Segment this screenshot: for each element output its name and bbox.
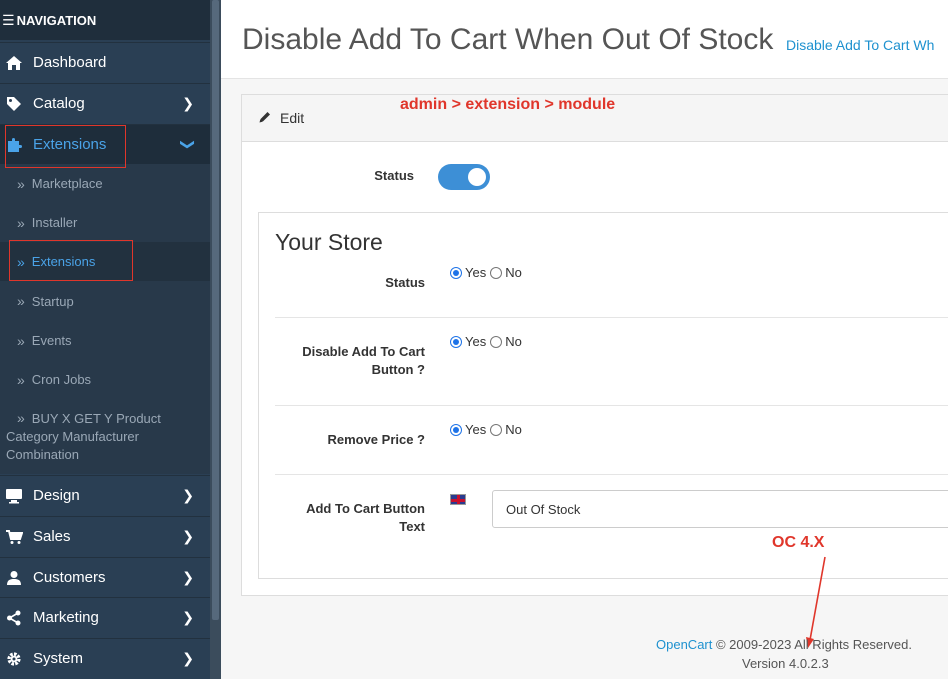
radio-no[interactable] — [490, 423, 503, 436]
sidebar-subitem-label-line3: Combination — [6, 447, 79, 462]
sidebar-subitem-marketplace[interactable]: » Marketplace — [0, 164, 210, 203]
radio-yes-label: Yes — [465, 265, 487, 280]
sidebar-scrollbar-thumb[interactable] — [212, 0, 219, 620]
remove-price-radio-group: Yes No — [450, 422, 526, 437]
store-status-label: Status — [385, 275, 425, 290]
sidebar-subitem-startup[interactable]: » Startup — [0, 281, 210, 321]
monitor-icon — [5, 488, 23, 504]
opencart-link[interactable]: OpenCart — [656, 637, 712, 652]
highlight-box — [5, 125, 126, 168]
sidebar-item-sales[interactable]: Sales ❯ — [0, 516, 210, 556]
sidebar-item-label: Dashboard — [33, 54, 107, 71]
sidebar-item-label: Design — [33, 487, 80, 504]
hamburger-icon: ☰ — [2, 11, 15, 28]
chevron-right-icon: ❯ — [182, 528, 194, 544]
disable-add-to-cart-label: Disable Add To Cart Button ? — [275, 343, 425, 379]
label-line: Button ? — [371, 362, 425, 377]
arrow-annotation — [806, 556, 826, 648]
chevron-down-icon: ❯ — [180, 138, 197, 151]
toggle-knob — [468, 168, 486, 186]
divider — [275, 405, 948, 406]
card-title: Edit — [280, 110, 305, 126]
shopping-cart-icon — [5, 529, 23, 545]
label-line: Add To Cart Button — [306, 501, 425, 516]
radio-no-label: No — [505, 265, 522, 280]
radio-no[interactable] — [490, 335, 503, 348]
sidebar-subitem-label: Cron Jobs — [31, 372, 92, 387]
sidebar-item-catalog[interactable]: Catalog ❯ — [0, 83, 210, 123]
sidebar-item-system[interactable]: System ❯ — [0, 638, 210, 678]
sidebar-subitem-buy-x-get-y[interactable]: » BUY X GET Y Product Category Manufactur… — [0, 399, 210, 474]
chevron-right-icon: ❯ — [182, 569, 194, 585]
sidebar-item-label: System — [33, 650, 84, 667]
status-label: Status — [374, 168, 414, 183]
sidebar-subitem-label: Events — [31, 333, 72, 348]
breadcrumb[interactable]: Disable Add To Cart Wh — [786, 37, 934, 53]
copyright-text: © 2009-2023 All Rights Reserved. — [712, 637, 913, 652]
radio-yes[interactable] — [450, 335, 462, 348]
sidebar: ☰ NAVIGATION Dashboard Catalog ❯ Extensi… — [0, 0, 221, 679]
double-chevron-icon: » — [17, 293, 25, 309]
annotation-version: OC 4.X — [772, 534, 825, 551]
footer-copyright: OpenCart © 2009-2023 All Rights Reserved… — [656, 637, 912, 652]
sidebar-subitem-label-line2: Category Manufacturer — [6, 429, 139, 444]
chevron-right-icon: ❯ — [182, 609, 194, 625]
label-line: Text — [399, 519, 425, 534]
navigation-header[interactable]: ☰ NAVIGATION — [0, 0, 210, 40]
radio-no-label: No — [505, 334, 522, 349]
remove-price-label: Remove Price ? — [327, 432, 425, 447]
sidebar-item-label: Sales — [33, 528, 71, 545]
sidebar-item-label: Catalog — [33, 95, 85, 112]
add-to-cart-text-input[interactable] — [492, 490, 948, 528]
label-line: Disable Add To Cart — [302, 344, 425, 359]
tag-icon — [5, 96, 23, 112]
sidebar-item-label: Customers — [33, 569, 106, 586]
sidebar-item-dashboard[interactable]: Dashboard — [0, 42, 210, 82]
divider — [275, 317, 948, 318]
sidebar-subitem-cron-jobs[interactable]: » Cron Jobs — [0, 360, 210, 399]
chevron-right-icon: ❯ — [182, 487, 194, 503]
page-title: Disable Add To Cart When Out Of Stock — [242, 23, 774, 56]
sidebar-subitem-label: Startup — [31, 293, 74, 309]
radio-no-label: No — [505, 422, 522, 437]
double-chevron-icon: » — [17, 332, 25, 349]
double-chevron-icon: » — [17, 214, 25, 231]
chevron-right-icon: ❯ — [182, 650, 194, 666]
sidebar-subitem-events[interactable]: » Events — [0, 321, 210, 360]
double-chevron-icon: » — [17, 371, 25, 388]
store-status-radio-group: Yes No — [450, 265, 526, 280]
home-icon — [5, 55, 23, 71]
sidebar-subitem-label: Marketplace — [31, 176, 103, 191]
radio-yes[interactable] — [450, 423, 462, 436]
sidebar-item-marketing[interactable]: Marketing ❯ — [0, 597, 210, 637]
user-icon — [5, 570, 23, 586]
sidebar-subitem-installer[interactable]: » Installer — [0, 203, 210, 242]
gear-icon — [5, 651, 23, 667]
add-to-cart-text-label: Add To Cart Button Text — [275, 500, 425, 536]
chevron-right-icon: ❯ — [182, 95, 194, 111]
version-text: Version 4.0.2.3 — [742, 656, 829, 671]
sidebar-item-customers[interactable]: Customers ❯ — [0, 557, 210, 597]
status-toggle[interactable] — [438, 164, 490, 190]
share-icon — [5, 610, 23, 626]
pencil-icon — [258, 110, 272, 127]
highlight-box — [9, 240, 133, 281]
disable-add-to-cart-radio-group: Yes No — [450, 334, 526, 349]
sidebar-item-design[interactable]: Design ❯ — [0, 475, 210, 515]
uk-flag-icon — [450, 494, 466, 505]
page-header: Disable Add To Cart When Out Of Stock Di… — [221, 0, 948, 79]
sidebar-subitem-label: BUY X GET Y Product — [31, 411, 161, 426]
store-title: Your Store — [275, 229, 383, 255]
navigation-header-label: NAVIGATION — [16, 12, 97, 28]
annotation-path: admin > extension > module — [400, 96, 616, 113]
radio-no[interactable] — [490, 266, 503, 279]
double-chevron-icon: » — [17, 410, 25, 426]
divider — [275, 474, 948, 475]
double-chevron-icon: » — [17, 175, 25, 192]
sidebar-item-label: Marketing — [33, 609, 99, 626]
radio-yes[interactable] — [450, 266, 462, 279]
sidebar-subitem-label: Installer — [31, 215, 78, 230]
radio-yes-label: Yes — [465, 422, 487, 437]
radio-yes-label: Yes — [465, 334, 487, 349]
